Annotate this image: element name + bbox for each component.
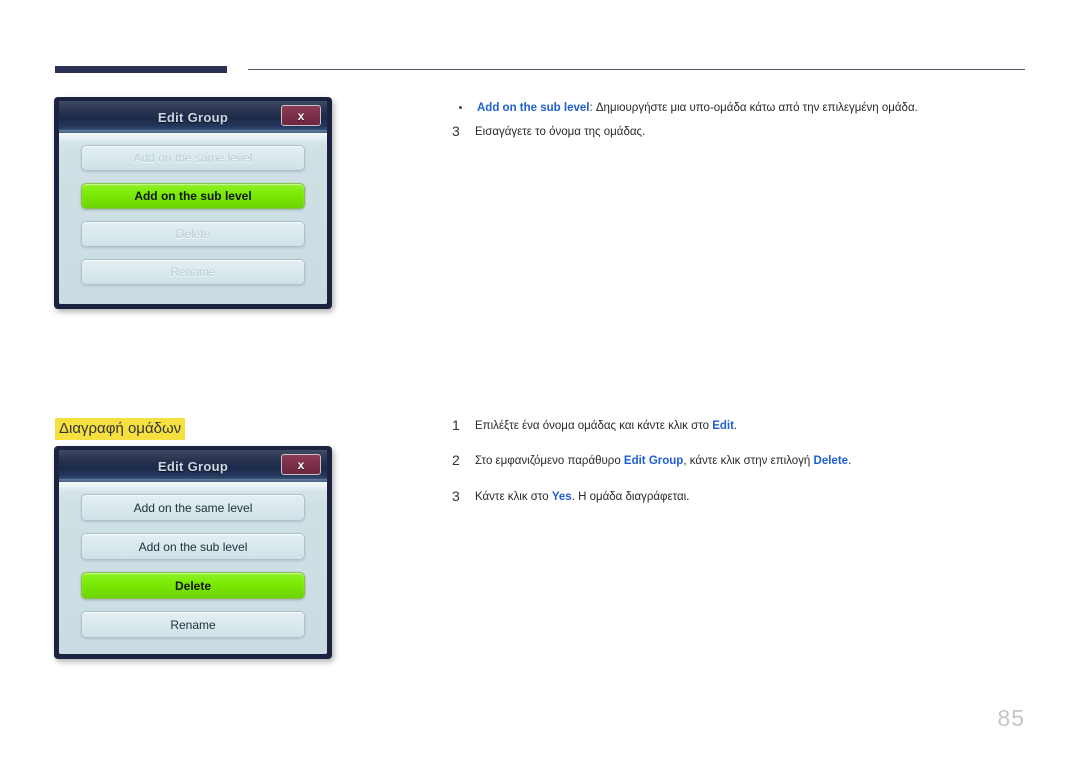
step-text-pre: Στο εμφανιζόμενο παράθυρο [475, 455, 624, 467]
dialog-titlebar: Edit Group x [59, 101, 327, 133]
button-add-on-the-same-level[interactable]: Add on the same level [81, 494, 305, 521]
step-delete-1: 1 Επιλέξτε ένα όνομα ομάδας και κάντε κλ… [452, 418, 737, 434]
step-text: Επιλέξτε ένα όνομα ομάδας και κάντε κλικ… [475, 418, 737, 434]
step-text: Εισαγάγετε το όνομα της ομάδας. [475, 126, 646, 138]
button-delete[interactable]: Delete [81, 221, 305, 247]
header-rule-thick [55, 66, 227, 73]
step-text-post: . [848, 455, 852, 467]
step-number: 3 [452, 488, 460, 504]
step-text: Στο εμφανιζόμενο παράθυρο Edit Group, κά… [475, 453, 851, 469]
dialog-title: Edit Group [157, 458, 229, 474]
dialog-inner: Edit Group x Add on the same level Add o… [59, 101, 327, 304]
dialog-inner: Edit Group x Add on the same level Add o… [59, 450, 327, 654]
close-icon[interactable]: x [281, 105, 321, 126]
page-number: 85 [997, 705, 1025, 731]
step-text: Κάντε κλικ στο Yes. Η ομάδα διαγράφεται. [475, 489, 689, 505]
dialog-body: Add on the same level Add on the sub lev… [59, 133, 327, 304]
button-add-on-the-sub-level[interactable]: Add on the sub level [81, 183, 305, 209]
step-number: 3 [452, 123, 460, 139]
step-text-mid: , κάντε κλικ στην επιλογή [683, 455, 814, 467]
button-add-on-the-sub-level[interactable]: Add on the sub level [81, 533, 305, 560]
edit-group-dialog-delete: Edit Group x Add on the same level Add o… [54, 446, 332, 659]
step-delete-3: 3 Κάντε κλικ στο Yes. Η ομάδα διαγράφετα… [452, 489, 689, 505]
edit-group-dialog-add-sub-level: Edit Group x Add on the same level Add o… [54, 97, 332, 309]
step-link-edit-group: Edit Group [623, 455, 684, 467]
button-rename[interactable]: Rename [81, 611, 305, 638]
bullet-dot-icon [459, 106, 462, 109]
step-link-yes: Yes [551, 491, 572, 503]
dialog-body: Add on the same level Add on the sub lev… [59, 482, 327, 654]
step-link-delete: Delete [813, 455, 849, 467]
step-link-edit: Edit [712, 420, 734, 432]
bullet-term: Add on the sub level [477, 102, 590, 114]
header-rule-thin [248, 69, 1025, 70]
manual-page: Edit Group x Add on the same level Add o… [0, 0, 1080, 763]
dialog-titlebar: Edit Group x [59, 450, 327, 482]
button-delete[interactable]: Delete [81, 572, 305, 599]
button-rename[interactable]: Rename [81, 259, 305, 285]
step-text-pre: Επιλέξτε ένα όνομα ομάδας και κάντε κλικ… [475, 420, 713, 432]
step-delete-2: 2 Στο εμφανιζόμενο παράθυρο Edit Group, … [452, 453, 851, 469]
bullet-text: Add on the sub level: Δημιουργήστε μια υ… [455, 102, 918, 114]
step-top-3: 3 Εισαγάγετε το όνομα της ομάδας. [452, 124, 645, 140]
button-add-on-the-same-level[interactable]: Add on the same level [81, 145, 305, 171]
close-icon[interactable]: x [281, 454, 321, 475]
dialog-title: Edit Group [157, 109, 229, 125]
step-text-pre: Κάντε κλικ στο [475, 491, 552, 503]
bullet-add-on-sub-level: Add on the sub level: Δημιουργήστε μια υ… [455, 101, 1025, 116]
bullet-description: Δημιουργήστε μια υπο-ομάδα κάτω από την … [592, 102, 918, 114]
step-text-post: . [733, 420, 738, 432]
step-text-post: . Η ομάδα διαγράφεται. [571, 491, 690, 503]
step-number: 1 [452, 417, 460, 433]
step-number: 2 [452, 452, 460, 468]
page-title: Διαγραφή ομάδων [55, 418, 186, 440]
